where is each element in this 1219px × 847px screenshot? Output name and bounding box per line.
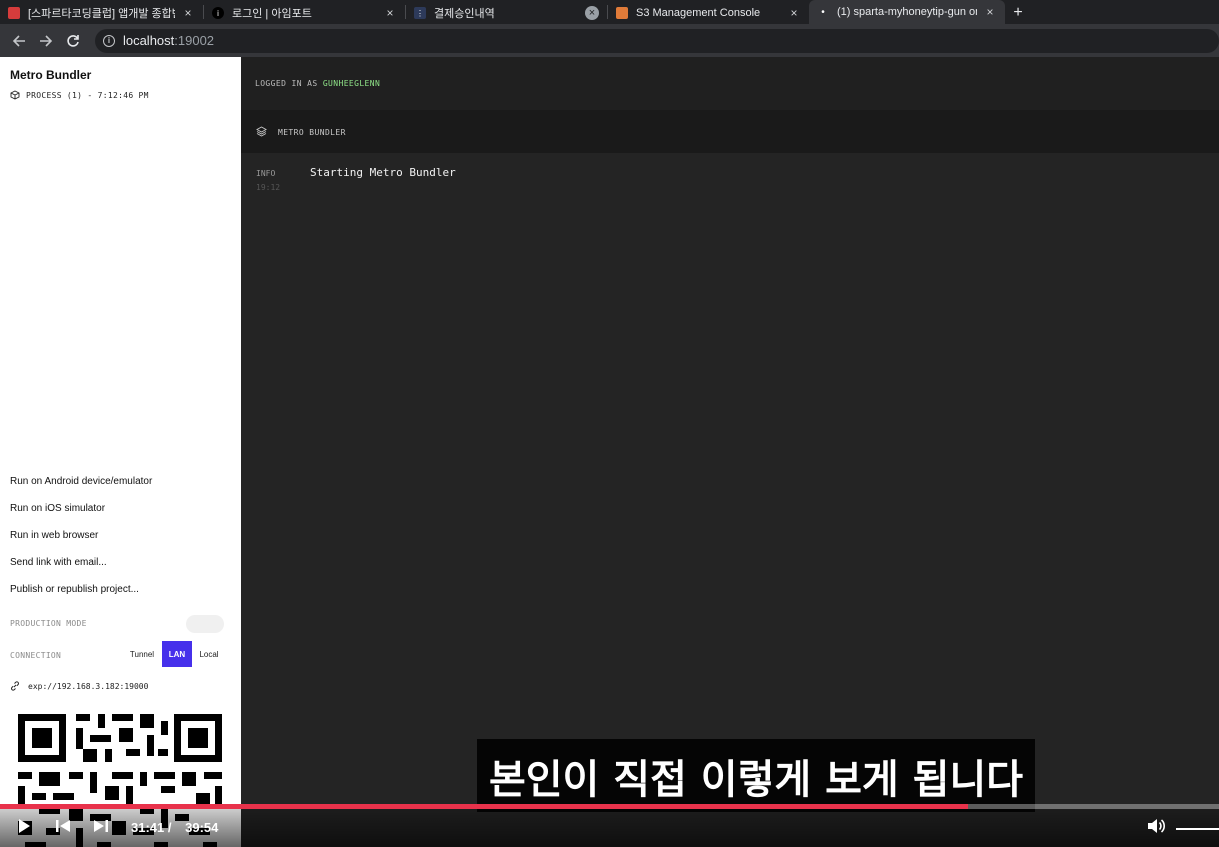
close-icon[interactable]: × xyxy=(383,6,397,20)
skip-back-icon xyxy=(56,820,70,832)
arrow-left-icon xyxy=(13,34,26,47)
page-icon: ⋮ xyxy=(414,7,426,19)
panel-title: METRO BUNDLER xyxy=(278,128,346,137)
volume-slider[interactable] xyxy=(1176,828,1219,830)
close-icon[interactable]: × xyxy=(181,6,195,20)
current-time: 31:41 xyxy=(131,820,165,835)
forward-button[interactable] xyxy=(33,27,60,54)
screen: [스파르타코딩클럽] 앱개발 종합반 - × i 로그인 | 아임포트 × ⋮ … xyxy=(0,0,1219,847)
close-icon[interactable]: × xyxy=(787,6,801,20)
run-ios-link[interactable]: Run on iOS simulator xyxy=(10,495,152,522)
tab-title: 로그인 | 아임포트 xyxy=(232,8,312,20)
login-status-bar: LOGGED IN AS GUNHEEGLENN xyxy=(241,57,1219,110)
tab-title: [스파르타코딩클럽] 앱개발 종합반 - xyxy=(28,8,175,20)
tab-s3-console[interactable]: S3 Management Console × xyxy=(608,2,809,24)
play-icon xyxy=(19,819,30,833)
process-label: PROCESS (1) - 7:12:46 PM xyxy=(26,90,149,100)
previous-button[interactable] xyxy=(54,817,72,835)
exp-url: exp://192.168.3.182:19000 xyxy=(28,681,149,691)
connection-label: CONNECTION xyxy=(10,651,62,660)
url-port: :19002 xyxy=(174,33,215,48)
close-icon[interactable]: × xyxy=(585,6,599,20)
run-web-link[interactable]: Run in web browser xyxy=(10,522,152,549)
new-tab-button[interactable]: + xyxy=(1005,2,1031,24)
sidebar-title: Metro Bundler xyxy=(10,68,92,82)
expo-icon: • xyxy=(821,6,825,18)
tab-expo-devtools[interactable]: • (1) sparta-myhoneytip-gun on × xyxy=(809,0,1005,24)
browser-tab-strip: [스파르타코딩클럽] 앱개발 종합반 - × i 로그인 | 아임포트 × ⋮ … xyxy=(0,0,1219,24)
exp-url-row[interactable]: exp://192.168.3.182:19000 xyxy=(10,681,148,691)
connection-tunnel-button[interactable]: Tunnel xyxy=(124,641,160,667)
volume-button[interactable] xyxy=(1146,817,1166,835)
expo-sidebar: Metro Bundler PROCESS (1) - 7:12:46 PM R… xyxy=(0,57,367,847)
cube-icon xyxy=(10,90,20,100)
production-mode-label: PRODUCTION MODE xyxy=(10,619,87,628)
log-message: Starting Metro Bundler xyxy=(310,166,456,179)
aws-cube-icon xyxy=(616,7,628,19)
time-display: 31:41 / 39:54 xyxy=(131,820,218,835)
tab-payment-approval[interactable]: ⋮ 결제승인내역 × xyxy=(406,2,607,24)
metro-bundler-header[interactable]: METRO BUNDLER xyxy=(241,110,1219,153)
close-icon[interactable]: × xyxy=(983,5,997,19)
log-level: INFO xyxy=(256,169,276,178)
site-info-icon[interactable]: i xyxy=(102,34,115,47)
reload-button[interactable] xyxy=(60,27,87,54)
production-mode-toggle[interactable] xyxy=(186,615,224,633)
tab-iamport-login[interactable]: i 로그인 | 아임포트 × xyxy=(204,2,405,24)
login-prefix: LOGGED IN AS xyxy=(255,79,323,88)
sidebar-menu: Run on Android device/emulator Run on iO… xyxy=(10,468,367,603)
video-subtitle: 본인이 직접 이렇게 보게 됩니다 xyxy=(477,739,1035,812)
connection-local-button[interactable]: Local xyxy=(195,641,223,667)
time-separator: / xyxy=(167,820,172,835)
link-icon xyxy=(11,681,19,691)
process-row[interactable]: PROCESS (1) - 7:12:46 PM xyxy=(10,90,149,100)
play-button[interactable] xyxy=(16,817,32,835)
arrow-right-icon xyxy=(40,34,53,47)
connection-lan-button[interactable]: LAN xyxy=(162,641,192,667)
publish-link[interactable]: Publish or republish project... ↗ xyxy=(10,576,367,603)
layers-icon xyxy=(256,126,267,137)
volume-icon xyxy=(1148,819,1166,833)
url-host: localhost xyxy=(122,33,175,48)
run-android-link[interactable]: Run on Android device/emulator xyxy=(10,468,152,495)
log-time: 19:12 xyxy=(256,183,281,192)
duration: 39:54 xyxy=(185,820,219,835)
reload-icon xyxy=(67,34,80,47)
tab-sparta-coding[interactable]: [스파르타코딩클럽] 앱개발 종합반 - × xyxy=(0,2,203,24)
login-status: LOGGED IN AS GUNHEEGLENN xyxy=(255,79,380,88)
skip-forward-icon xyxy=(94,820,108,832)
back-button[interactable] xyxy=(6,27,33,54)
log-panel: LOGGED IN AS GUNHEEGLENN METRO BUNDLER I… xyxy=(241,57,1219,847)
tab-title: 결제승인내역 xyxy=(434,8,495,20)
publish-label: Publish or republish project... xyxy=(10,584,139,595)
browser-toolbar: i localhost:19002 xyxy=(0,24,1219,57)
iamport-icon: i xyxy=(212,7,224,19)
send-email-link[interactable]: Send link with email... xyxy=(10,549,152,576)
tab-title: (1) sparta-myhoneytip-gun on xyxy=(837,6,977,18)
username: GUNHEEGLENN xyxy=(322,79,381,88)
address-bar[interactable]: i localhost:19002 xyxy=(94,28,1219,53)
tab-title: S3 Management Console xyxy=(636,7,761,19)
book-icon xyxy=(8,7,20,19)
next-button[interactable] xyxy=(92,817,110,835)
video-controls: 31:41 / 39:54 xyxy=(0,809,1219,847)
